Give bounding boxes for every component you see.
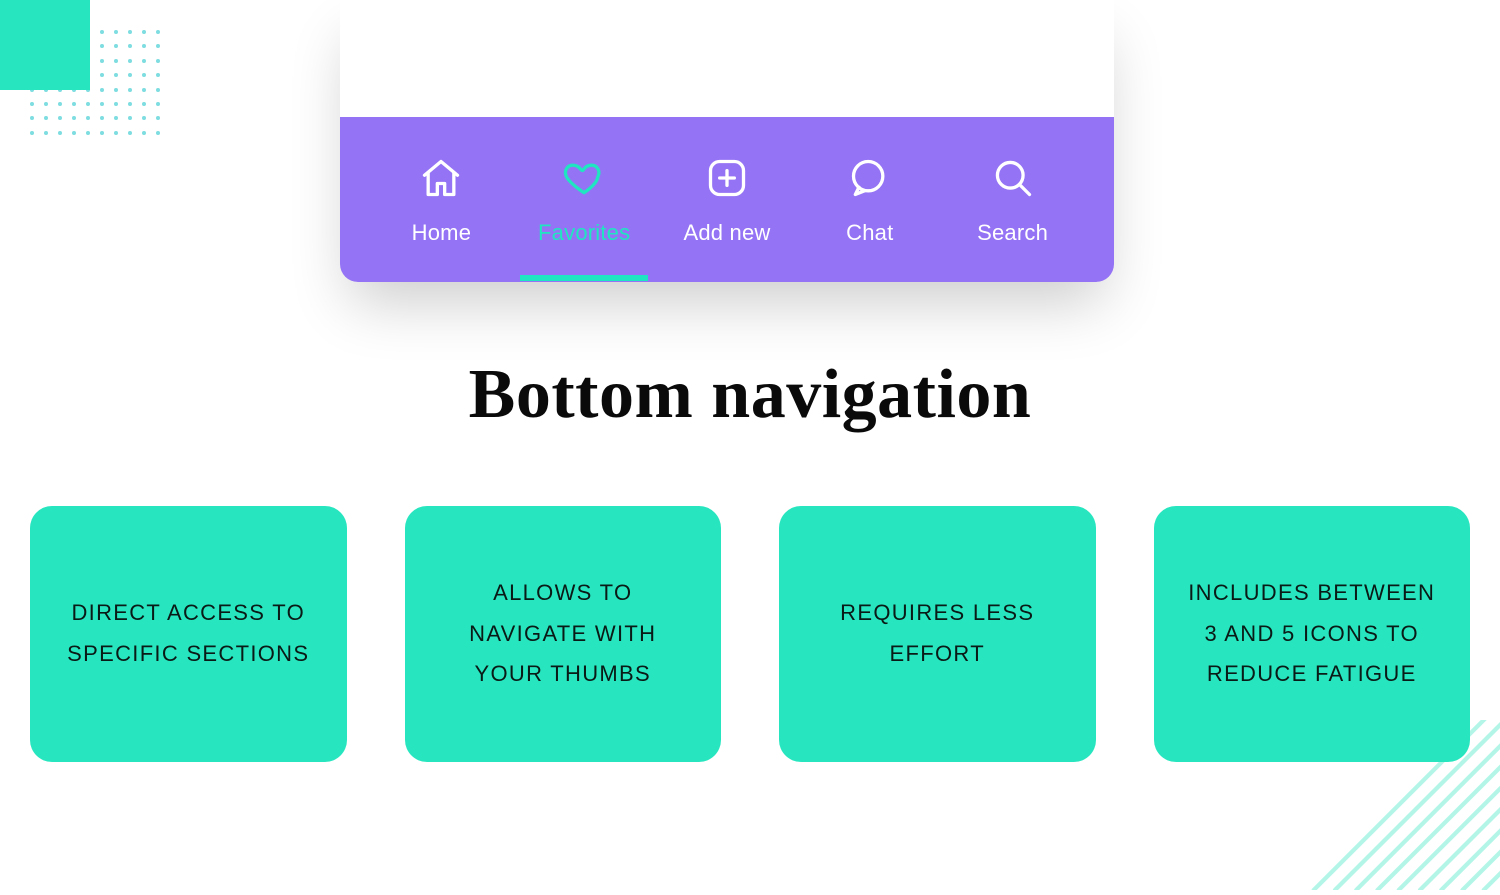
add-icon <box>703 154 751 202</box>
phone-mock-card: Home Favorites Add new <box>340 0 1114 282</box>
decorative-square <box>0 0 90 90</box>
feature-card: Includes between 3 and 5 icons to reduce… <box>1154 506 1471 762</box>
nav-item-add-new[interactable]: Add new <box>667 154 787 246</box>
bottom-navigation-bar: Home Favorites Add new <box>340 117 1114 282</box>
feature-cards-row: Direct access to specific sections Allow… <box>30 506 1470 762</box>
nav-item-label: Chat <box>846 220 893 246</box>
feature-card: Allows to navigate with your thumbs <box>405 506 722 762</box>
nav-item-label: Search <box>977 220 1048 246</box>
search-icon <box>989 154 1037 202</box>
heart-icon <box>560 154 608 202</box>
chat-icon <box>846 154 894 202</box>
nav-item-label: Home <box>412 220 472 246</box>
feature-card-text: Direct access to specific sections <box>60 593 317 674</box>
feature-card: Direct access to specific sections <box>30 506 347 762</box>
feature-card: Requires less effort <box>779 506 1096 762</box>
nav-item-chat[interactable]: Chat <box>810 154 930 246</box>
home-icon <box>417 154 465 202</box>
nav-item-home[interactable]: Home <box>381 154 501 246</box>
nav-item-label: Add new <box>683 220 770 246</box>
nav-item-favorites[interactable]: Favorites <box>524 154 644 246</box>
feature-card-text: Allows to navigate with your thumbs <box>435 573 692 695</box>
feature-card-text: Requires less effort <box>809 593 1066 674</box>
nav-item-label: Favorites <box>538 220 630 246</box>
nav-item-search[interactable]: Search <box>953 154 1073 246</box>
feature-card-text: Includes between 3 and 5 icons to reduce… <box>1184 573 1441 695</box>
page-title: Bottom navigation <box>0 355 1500 435</box>
